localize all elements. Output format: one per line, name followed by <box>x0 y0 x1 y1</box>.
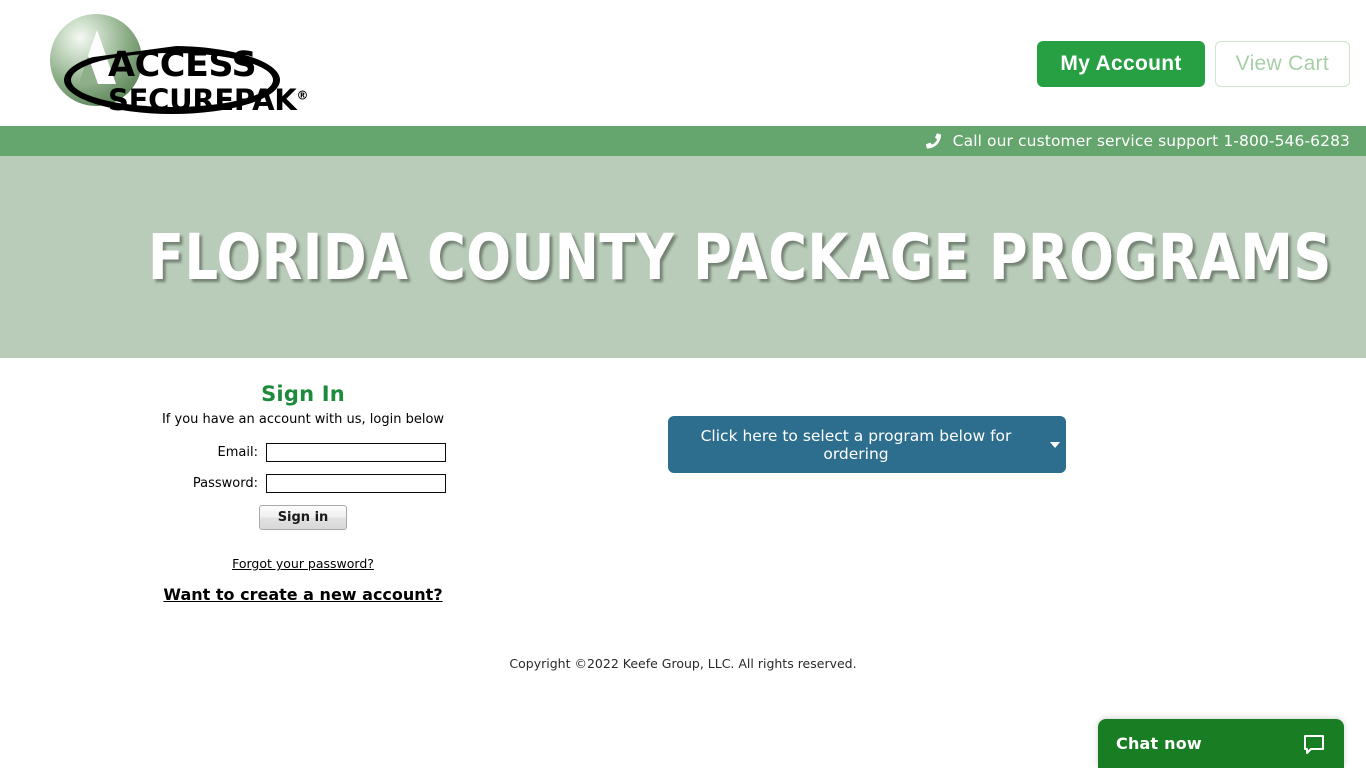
sign-in-button-row: Sign in <box>160 505 446 530</box>
header-actions: My Account View Cart <box>1037 41 1350 88</box>
chevron-down-icon <box>1050 441 1060 448</box>
access-securepak-logo[interactable]: ACCESS SECUREPAK® <box>48 12 308 115</box>
site-header: ACCESS SECUREPAK® My Account View Cart <box>0 0 1366 126</box>
customer-service-text-wrap: Call our customer service support 1-800-… <box>925 132 1350 150</box>
copyright-text: Copyright ©2022 Keefe Group, LLC. All ri… <box>509 656 857 671</box>
select-program-dropdown-button[interactable]: Click here to select a program below for… <box>668 416 1066 473</box>
page-title: FLORIDA COUNTY PACKAGE PROGRAMS <box>148 220 1332 294</box>
forgot-password-link[interactable]: Forgot your password? <box>160 556 446 571</box>
select-program-label: Click here to select a program below for… <box>700 426 1012 463</box>
sign-in-subtitle: If you have an account with us, login be… <box>161 412 445 427</box>
sign-in-button[interactable]: Sign in <box>258 505 348 530</box>
create-account-link[interactable]: Want to create a new account? <box>160 585 446 604</box>
sign-in-heading: Sign In <box>261 382 345 406</box>
email-row: Email: <box>160 443 446 462</box>
phone-icon <box>925 133 941 149</box>
customer-service-text: Call our customer service support 1-800-… <box>952 132 1350 150</box>
registered-mark: ® <box>296 88 309 103</box>
view-cart-button[interactable]: View Cart <box>1214 41 1350 88</box>
logo-wordmark-line2-text: SECUREPAK <box>108 83 297 117</box>
chat-bubble-icon <box>1304 734 1324 754</box>
chat-now-widget[interactable]: Chat now <box>1098 719 1344 768</box>
sign-in-form: Sign In If you have an account with us, … <box>160 382 446 604</box>
my-account-button[interactable]: My Account <box>1037 41 1205 88</box>
password-label: Password: <box>192 476 258 491</box>
logo-wordmark: ACCESS SECUREPAK® <box>108 48 308 115</box>
email-label: Email: <box>217 445 258 460</box>
chat-now-label: Chat now <box>1116 734 1202 753</box>
logo-wordmark-line1: ACCESS <box>108 45 257 85</box>
email-field[interactable] <box>266 443 446 462</box>
customer-service-bar: Call our customer service support 1-800-… <box>0 126 1366 156</box>
page-banner: FLORIDA COUNTY PACKAGE PROGRAMS <box>0 156 1366 358</box>
logo-wordmark-line2: SECUREPAK® <box>108 86 308 115</box>
password-row: Password: <box>160 474 446 493</box>
password-field[interactable] <box>266 474 446 493</box>
